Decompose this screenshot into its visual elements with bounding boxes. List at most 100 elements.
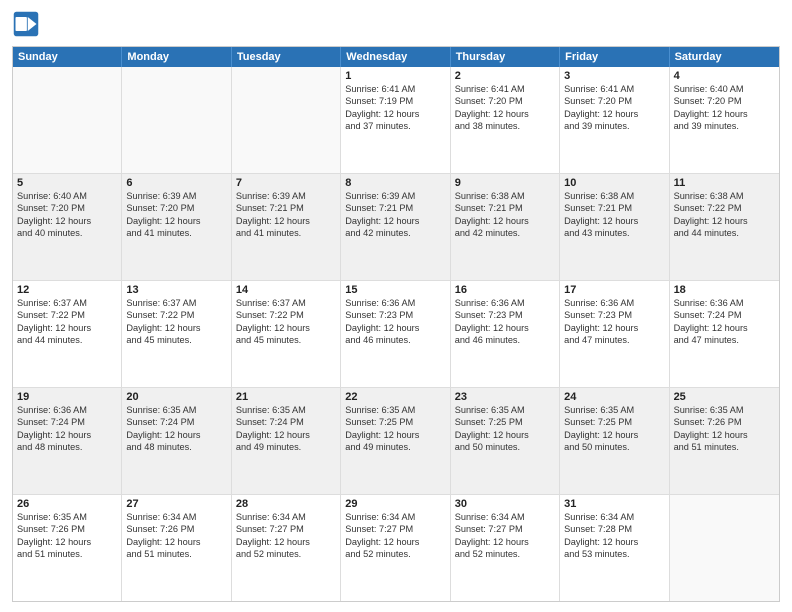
cell-info-line: Sunset: 7:25 PM xyxy=(455,416,555,428)
cell-info-line: and 43 minutes. xyxy=(564,227,664,239)
calendar-row: 19Sunrise: 6:36 AMSunset: 7:24 PMDayligh… xyxy=(13,388,779,495)
day-number: 7 xyxy=(236,177,336,189)
day-number: 13 xyxy=(126,284,226,296)
cell-info-line: Sunset: 7:22 PM xyxy=(126,309,226,321)
cell-info-line: Sunrise: 6:35 AM xyxy=(17,511,117,523)
calendar-cell: 3Sunrise: 6:41 AMSunset: 7:20 PMDaylight… xyxy=(560,67,669,173)
day-number: 23 xyxy=(455,391,555,403)
cell-info-line: Sunrise: 6:34 AM xyxy=(345,511,445,523)
cell-info-line: Daylight: 12 hours xyxy=(674,108,775,120)
cell-info-line: Daylight: 12 hours xyxy=(564,108,664,120)
day-number: 6 xyxy=(126,177,226,189)
calendar-cell: 4Sunrise: 6:40 AMSunset: 7:20 PMDaylight… xyxy=(670,67,779,173)
cell-info-line: Sunrise: 6:36 AM xyxy=(345,297,445,309)
cell-info-line: and 37 minutes. xyxy=(345,120,445,132)
calendar-cell xyxy=(232,67,341,173)
cell-info-line: Sunrise: 6:35 AM xyxy=(564,404,664,416)
cell-info-line: Sunset: 7:21 PM xyxy=(345,202,445,214)
calendar-row: 26Sunrise: 6:35 AMSunset: 7:26 PMDayligh… xyxy=(13,495,779,601)
page: SundayMondayTuesdayWednesdayThursdayFrid… xyxy=(0,0,792,612)
cell-info-line: Daylight: 12 hours xyxy=(564,215,664,227)
cell-info-line: Sunrise: 6:36 AM xyxy=(17,404,117,416)
cell-info-line: Daylight: 12 hours xyxy=(17,429,117,441)
cell-info-line: Daylight: 12 hours xyxy=(17,536,117,548)
cell-info-line: Sunset: 7:26 PM xyxy=(674,416,775,428)
calendar-cell: 5Sunrise: 6:40 AMSunset: 7:20 PMDaylight… xyxy=(13,174,122,280)
cell-info-line: Sunset: 7:21 PM xyxy=(236,202,336,214)
cell-info-line: Sunrise: 6:34 AM xyxy=(126,511,226,523)
cell-info-line: Sunset: 7:22 PM xyxy=(17,309,117,321)
day-number: 20 xyxy=(126,391,226,403)
cell-info-line: and 42 minutes. xyxy=(345,227,445,239)
calendar-cell: 31Sunrise: 6:34 AMSunset: 7:28 PMDayligh… xyxy=(560,495,669,601)
cell-info-line: Sunrise: 6:39 AM xyxy=(236,190,336,202)
cell-info-line: and 53 minutes. xyxy=(564,548,664,560)
calendar: SundayMondayTuesdayWednesdayThursdayFrid… xyxy=(12,46,780,602)
cell-info-line: and 48 minutes. xyxy=(126,441,226,453)
calendar-cell: 6Sunrise: 6:39 AMSunset: 7:20 PMDaylight… xyxy=(122,174,231,280)
cell-info-line: Daylight: 12 hours xyxy=(674,215,775,227)
cell-info-line: Sunset: 7:27 PM xyxy=(345,523,445,535)
day-number: 25 xyxy=(674,391,775,403)
calendar-cell: 24Sunrise: 6:35 AMSunset: 7:25 PMDayligh… xyxy=(560,388,669,494)
calendar-header-cell: Tuesday xyxy=(232,47,341,67)
cell-info-line: Sunrise: 6:41 AM xyxy=(345,83,445,95)
calendar-cell: 30Sunrise: 6:34 AMSunset: 7:27 PMDayligh… xyxy=(451,495,560,601)
cell-info-line: Daylight: 12 hours xyxy=(674,429,775,441)
calendar-cell: 19Sunrise: 6:36 AMSunset: 7:24 PMDayligh… xyxy=(13,388,122,494)
cell-info-line: Sunrise: 6:41 AM xyxy=(455,83,555,95)
day-number: 17 xyxy=(564,284,664,296)
cell-info-line: Sunset: 7:26 PM xyxy=(126,523,226,535)
cell-info-line: Daylight: 12 hours xyxy=(236,536,336,548)
calendar-header-cell: Saturday xyxy=(670,47,779,67)
cell-info-line: and 40 minutes. xyxy=(17,227,117,239)
day-number: 30 xyxy=(455,498,555,510)
cell-info-line: Sunrise: 6:35 AM xyxy=(126,404,226,416)
cell-info-line: Sunset: 7:20 PM xyxy=(17,202,117,214)
cell-info-line: Sunset: 7:23 PM xyxy=(345,309,445,321)
cell-info-line: Sunrise: 6:38 AM xyxy=(674,190,775,202)
calendar-body: 1Sunrise: 6:41 AMSunset: 7:19 PMDaylight… xyxy=(13,67,779,601)
calendar-cell: 27Sunrise: 6:34 AMSunset: 7:26 PMDayligh… xyxy=(122,495,231,601)
cell-info-line: Daylight: 12 hours xyxy=(126,215,226,227)
calendar-cell: 1Sunrise: 6:41 AMSunset: 7:19 PMDaylight… xyxy=(341,67,450,173)
calendar-cell: 2Sunrise: 6:41 AMSunset: 7:20 PMDaylight… xyxy=(451,67,560,173)
cell-info-line: Sunset: 7:22 PM xyxy=(236,309,336,321)
cell-info-line: Sunset: 7:28 PM xyxy=(564,523,664,535)
calendar-cell: 7Sunrise: 6:39 AMSunset: 7:21 PMDaylight… xyxy=(232,174,341,280)
calendar-cell: 14Sunrise: 6:37 AMSunset: 7:22 PMDayligh… xyxy=(232,281,341,387)
cell-info-line: Sunrise: 6:34 AM xyxy=(455,511,555,523)
cell-info-line: Sunset: 7:24 PM xyxy=(126,416,226,428)
calendar-cell: 12Sunrise: 6:37 AMSunset: 7:22 PMDayligh… xyxy=(13,281,122,387)
cell-info-line: and 51 minutes. xyxy=(17,548,117,560)
cell-info-line: Daylight: 12 hours xyxy=(345,215,445,227)
day-number: 28 xyxy=(236,498,336,510)
day-number: 10 xyxy=(564,177,664,189)
cell-info-line: Sunset: 7:23 PM xyxy=(455,309,555,321)
day-number: 12 xyxy=(17,284,117,296)
cell-info-line: and 52 minutes. xyxy=(455,548,555,560)
cell-info-line: and 44 minutes. xyxy=(674,227,775,239)
cell-info-line: and 50 minutes. xyxy=(455,441,555,453)
cell-info-line: and 52 minutes. xyxy=(345,548,445,560)
cell-info-line: and 51 minutes. xyxy=(126,548,226,560)
day-number: 4 xyxy=(674,70,775,82)
cell-info-line: Sunrise: 6:40 AM xyxy=(17,190,117,202)
cell-info-line: and 51 minutes. xyxy=(674,441,775,453)
cell-info-line: Sunset: 7:20 PM xyxy=(455,95,555,107)
cell-info-line: Daylight: 12 hours xyxy=(455,215,555,227)
cell-info-line: Sunrise: 6:37 AM xyxy=(236,297,336,309)
cell-info-line: and 49 minutes. xyxy=(236,441,336,453)
calendar-cell: 29Sunrise: 6:34 AMSunset: 7:27 PMDayligh… xyxy=(341,495,450,601)
cell-info-line: and 48 minutes. xyxy=(17,441,117,453)
cell-info-line: Daylight: 12 hours xyxy=(345,429,445,441)
day-number: 16 xyxy=(455,284,555,296)
calendar-cell: 20Sunrise: 6:35 AMSunset: 7:24 PMDayligh… xyxy=(122,388,231,494)
calendar-header-cell: Sunday xyxy=(13,47,122,67)
calendar-cell xyxy=(13,67,122,173)
day-number: 8 xyxy=(345,177,445,189)
logo-icon xyxy=(12,10,40,38)
cell-info-line: Daylight: 12 hours xyxy=(126,429,226,441)
cell-info-line: Sunrise: 6:36 AM xyxy=(564,297,664,309)
cell-info-line: Sunset: 7:23 PM xyxy=(564,309,664,321)
